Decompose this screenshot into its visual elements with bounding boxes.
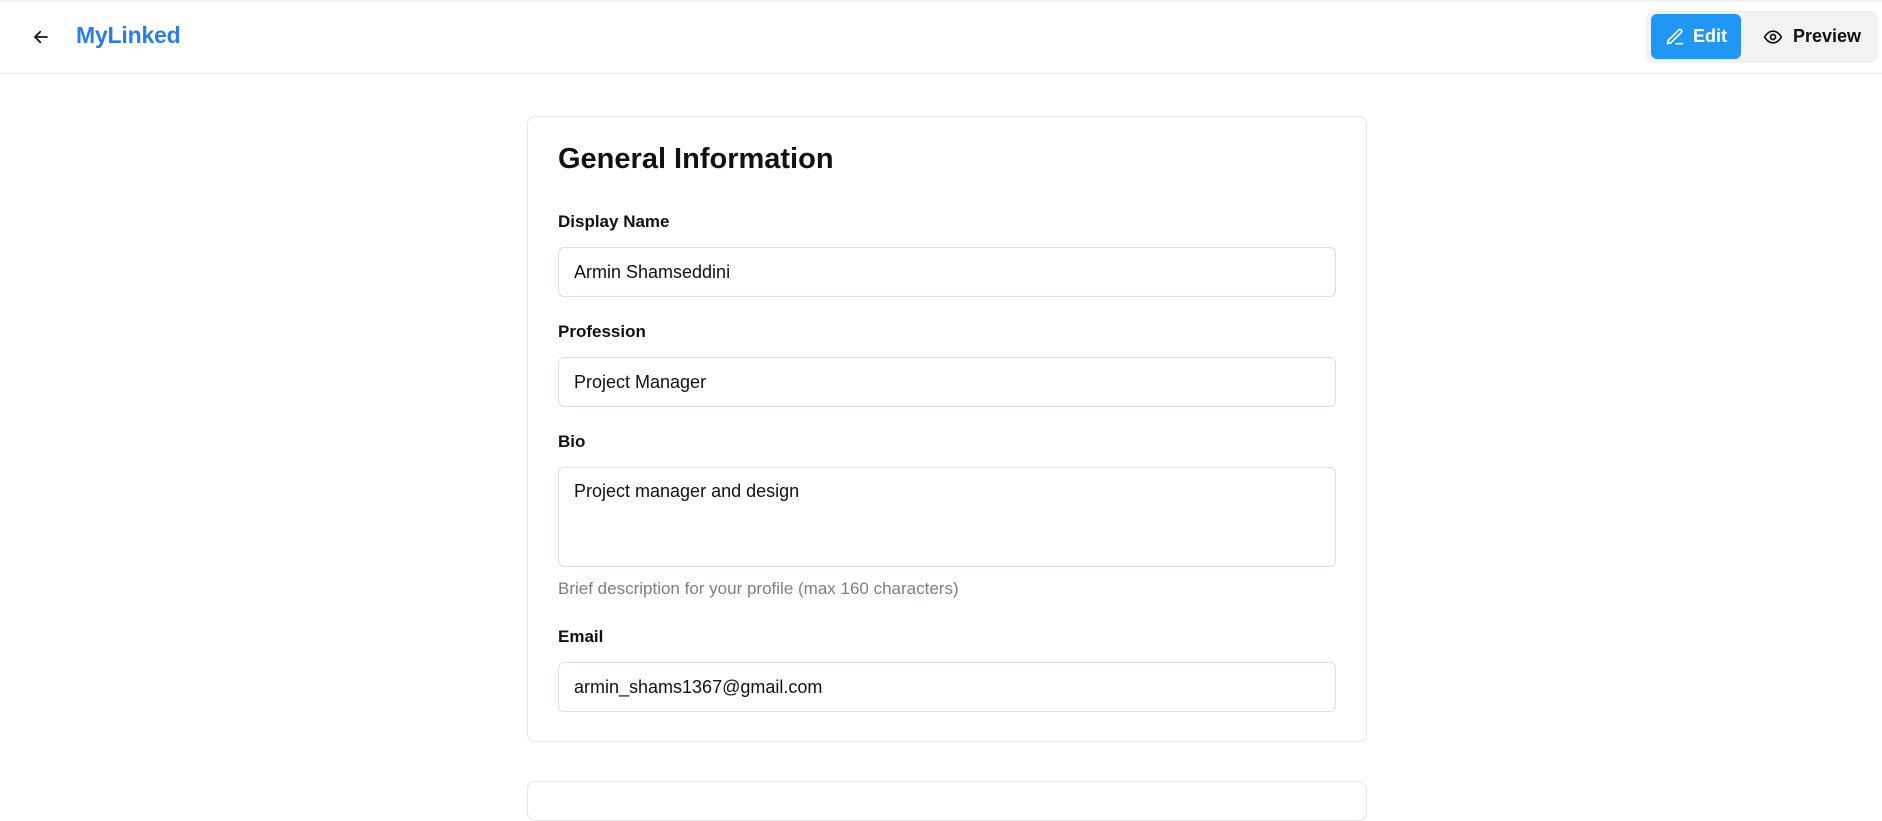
bio-helper-text: Brief description for your profile (max …: [558, 579, 959, 598]
eye-icon: [1763, 29, 1783, 44]
display-name-input[interactable]: [558, 247, 1336, 297]
edit-button-label: Edit: [1693, 26, 1727, 46]
next-section-card: [527, 781, 1367, 821]
bio-textarea[interactable]: Project manager and design: [558, 467, 1336, 567]
preview-button-label: Preview: [1792, 26, 1862, 46]
section-title: General Information: [558, 143, 834, 175]
mode-toggle: Edit Preview: [1646, 11, 1878, 63]
email-input[interactable]: [558, 662, 1336, 712]
back-button[interactable]: [24, 20, 58, 54]
top-bar: MyLinked Edit Preview: [0, 0, 1882, 74]
email-label: Email: [558, 627, 604, 646]
bio-label: Bio: [558, 432, 586, 451]
general-information-card: General Information Display Name Profess…: [527, 116, 1367, 742]
edit-button[interactable]: Edit: [1651, 14, 1741, 59]
profession-label: Profession: [558, 322, 646, 341]
preview-button[interactable]: Preview: [1750, 14, 1874, 59]
profession-input[interactable]: [558, 357, 1336, 407]
arrow-left-icon: [34, 30, 48, 44]
display-name-label: Display Name: [558, 212, 670, 231]
pencil-icon: [1666, 28, 1684, 45]
brand-logo[interactable]: MyLinked: [76, 22, 181, 49]
